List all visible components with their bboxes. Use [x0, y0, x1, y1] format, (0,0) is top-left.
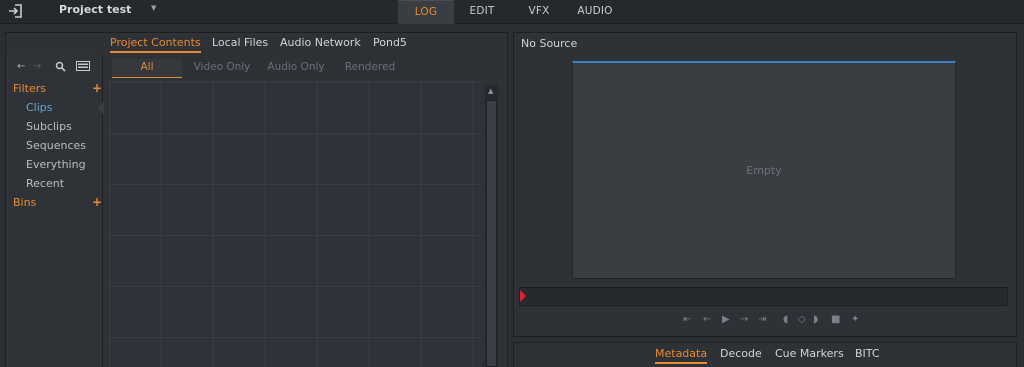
lock-icon[interactable]: ■ — [831, 314, 840, 325]
subtab-video-only[interactable]: Video Only — [190, 59, 254, 78]
go-to-start-icon[interactable]: ⇤ — [683, 314, 691, 325]
subtab-audio-only[interactable]: Audio Only — [264, 59, 328, 78]
step-forward-icon[interactable]: → — [740, 314, 748, 325]
forward-arrow-icon[interactable]: → — [33, 61, 41, 73]
add-bin-icon[interactable]: + — [92, 195, 102, 209]
tab-vfx[interactable]: VFX — [514, 0, 564, 24]
tab-local-files[interactable]: Local Files — [212, 36, 268, 53]
add-marker-icon[interactable]: ✦ — [851, 314, 859, 325]
tab-bitc[interactable]: BITC — [855, 347, 880, 364]
selected-filter-pointer — [97, 101, 104, 115]
scrollbar-thumb[interactable] — [486, 100, 497, 367]
search-icon[interactable] — [55, 61, 66, 73]
tab-cue-markers[interactable]: Cue Markers — [775, 347, 844, 364]
viewer-empty-label: Empty — [746, 164, 782, 177]
scroll-up-arrow-icon[interactable]: ▲ — [488, 87, 493, 95]
bins-header[interactable]: Bins — [13, 196, 36, 209]
filter-item-clips[interactable]: Clips — [26, 101, 53, 114]
go-to-end-icon[interactable]: ⇥ — [758, 314, 766, 325]
filter-sidebar — [6, 55, 103, 367]
tab-metadata[interactable]: Metadata — [655, 347, 708, 364]
tab-audio-network[interactable]: Audio Network — [280, 36, 361, 53]
subtab-rendered[interactable]: Rendered — [338, 59, 402, 78]
keyboard-icon[interactable] — [76, 61, 90, 73]
add-filter-icon[interactable]: + — [92, 81, 102, 95]
tab-pond5[interactable]: Pond5 — [373, 36, 407, 53]
filters-header[interactable]: Filters — [13, 82, 46, 95]
tab-decode[interactable]: Decode — [720, 347, 762, 364]
filter-item-subclips[interactable]: Subclips — [26, 120, 72, 133]
tab-edit[interactable]: EDIT — [457, 0, 507, 24]
tab-audio[interactable]: AUDIO — [570, 0, 620, 24]
playhead-marker[interactable] — [520, 290, 526, 302]
mark-in-icon[interactable]: ◖ — [783, 314, 788, 325]
project-dropdown-caret-icon[interactable]: ▼ — [151, 4, 156, 12]
project-title[interactable]: Project test — [59, 3, 131, 16]
play-icon[interactable]: ▶ — [722, 314, 730, 325]
exit-project-icon[interactable] — [7, 3, 23, 19]
source-label: No Source — [521, 37, 578, 50]
step-back-icon[interactable]: ← — [703, 314, 711, 325]
filter-item-sequences[interactable]: Sequences — [26, 139, 86, 152]
subtab-all[interactable]: All — [112, 59, 182, 78]
mark-out-icon[interactable]: ◗ — [813, 314, 818, 325]
source-timeline[interactable] — [519, 287, 1008, 306]
filter-item-recent[interactable]: Recent — [26, 177, 64, 190]
tab-project-contents[interactable]: Project Contents — [110, 36, 201, 53]
clear-marks-icon[interactable]: ◇ — [798, 314, 806, 325]
back-arrow-icon[interactable]: ← — [17, 61, 25, 73]
metadata-panel — [513, 342, 1017, 367]
clips-grid[interactable] — [109, 80, 482, 367]
filter-item-everything[interactable]: Everything — [26, 158, 86, 171]
tab-log[interactable]: LOG — [398, 0, 454, 24]
